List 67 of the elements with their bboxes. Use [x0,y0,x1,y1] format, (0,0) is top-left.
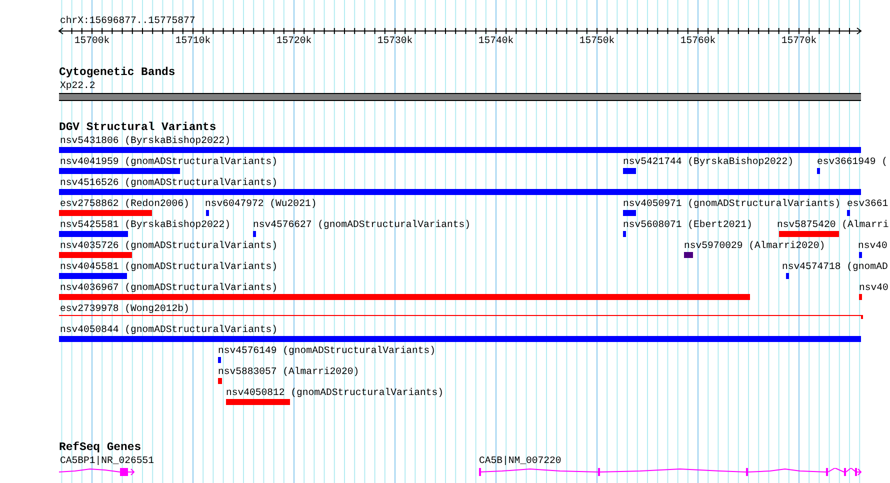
variant-label: nsv4050844 (gnomADStructuralVariants) [60,324,278,336]
band-label: Xp22.2 [60,80,96,92]
variant-bar[interactable] [59,189,861,195]
variant-label: nsv4050971 (gnomADStructuralVariants) [623,198,841,210]
variant-label: nsv5875420 (Almarri [777,219,889,231]
variant-bar[interactable] [623,231,626,237]
variant-bar[interactable] [779,231,839,237]
variant-bar[interactable] [59,210,152,216]
variant-label: nsv5608071 (Ebert2021) [623,219,752,231]
tick-label: 15750k [579,35,615,47]
variant-bar[interactable] [206,210,209,216]
variant-bar[interactable] [59,231,128,237]
variant-label: esv3661 [847,198,888,210]
gene-drawing[interactable] [58,468,135,476]
variant-label: nsv5970029 (Almarri2020) [684,240,826,252]
variant-bar[interactable] [847,210,850,216]
variant-bar[interactable] [218,357,221,363]
variant-bar[interactable] [59,294,750,300]
variant-label: nsv4050812 (gnomADStructuralVariants) [226,387,444,399]
location-label: chrX:15696877..15775877 [60,15,196,27]
tick-label: 15720k [276,35,312,47]
tick-label: 15730k [377,35,413,47]
variant-label: nsv4574718 (gnomAD [782,261,888,273]
variant-label: nsv40 [858,240,888,252]
variant-label: esv2739978 (Wong2012b) [60,303,190,315]
variant-bar[interactable] [226,399,290,405]
variant-label: nsv4516526 (gnomADStructuralVariants) [60,177,278,189]
variant-label: esv2758862 (Redon2006) [60,198,190,210]
variant-bar[interactable] [59,147,861,153]
variant-bar[interactable] [623,168,636,174]
variant-label: nsv5421744 (ByrskaBishop2022) [623,156,794,168]
tick-label: 15710k [175,35,211,47]
gene-drawing[interactable] [478,468,862,476]
track-title: Cytogenetic Bands [59,66,176,80]
tick-label: 15740k [478,35,514,47]
variant-label: nsv5431806 (ByrskaBishop2022) [60,135,230,147]
variant-bar[interactable] [253,231,256,237]
variant-label: nsv4036967 (gnomADStructuralVariants) [60,282,278,294]
track-title: DGV Structural Variants [59,121,216,135]
tick-label: 15700k [74,35,110,47]
variant-label: nsv6047972 (Wu2021) [205,198,317,210]
variant-label: nsv4576627 (gnomADStructuralVariants) [253,219,471,231]
gene-label: CA5BP1|NR_026551 [60,455,154,467]
variant-label: nsv5883057 (Almarri2020) [218,366,360,378]
variant-label: nsv4041959 (gnomADStructuralVariants) [60,156,278,168]
variant-bar[interactable] [786,273,789,279]
variant-label: nsv5425581 (ByrskaBishop2022) [60,219,230,231]
variant-bar[interactable] [59,168,180,174]
variant-bar[interactable] [859,294,862,300]
variant-bar[interactable] [218,378,222,384]
variant-label: esv3661949 ( [817,156,888,168]
variant-label: nsv40 [859,282,888,294]
variant-bar[interactable] [59,273,127,279]
variant-label: nsv4035726 (gnomADStructuralVariants) [60,240,278,252]
variant-label: nsv4576149 (gnomADStructuralVariants) [218,345,436,357]
variant-line[interactable] [59,315,863,319]
variant-bar[interactable] [59,252,132,258]
variant-bar[interactable] [859,252,862,258]
gene-label: CA5B|NM_007220 [479,455,562,467]
variant-bar[interactable] [817,168,820,174]
variant-bar[interactable] [59,336,861,342]
track-title: RefSeq Genes [59,441,142,455]
variant-bar[interactable] [684,252,693,258]
tick-label: 15770k [781,35,817,47]
tick-label: 15760k [680,35,716,47]
variant-bar[interactable] [623,210,636,216]
variant-label: nsv4045581 (gnomADStructuralVariants) [60,261,278,273]
